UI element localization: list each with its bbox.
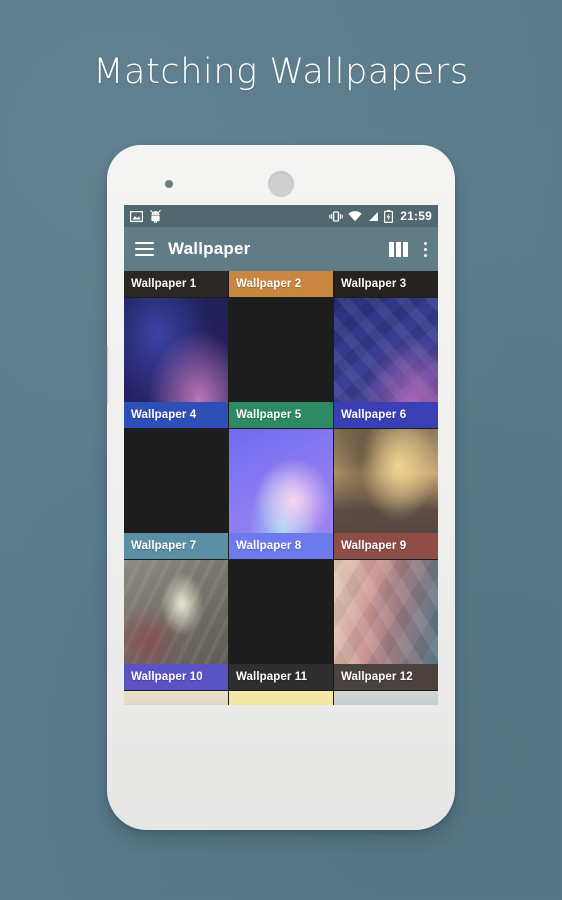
wallpaper-tile[interactable]: Wallpaper 2 [229,271,333,297]
wallpaper-tile[interactable]: Wallpaper 7 [124,429,228,559]
wallpaper-grid: Wallpaper 1 Wallpaper 2 Wallpaper 3 Wallpap… [124,271,438,705]
wallpaper-label: Wallpaper 1 [124,271,228,297]
wallpaper-thumbnail [229,691,333,705]
status-bar: 21:59 [124,205,438,227]
wallpaper-thumbnail [124,691,228,705]
wallpaper-label: Wallpaper 6 [334,402,438,428]
wallpaper-tile[interactable]: Wallpaper 8 [229,429,333,559]
wallpaper-label: Wallpaper 10 [124,664,228,690]
hamburger-menu-icon[interactable] [135,242,154,256]
wallpaper-label: Wallpaper 11 [229,664,333,690]
toolbar-title: Wallpaper [168,239,251,258]
earpiece-speaker-icon [268,171,294,197]
wifi-icon [348,210,362,221]
wallpaper-tile[interactable]: Wallpaper 3 [334,271,438,297]
app-toolbar: Wallpaper [124,227,438,271]
wallpaper-label: Wallpaper 3 [334,271,438,297]
vibrate-icon [329,210,344,222]
battery-charging-icon [384,209,394,223]
wallpaper-tile[interactable]: Wallpaper 10 [124,560,228,690]
wallpaper-tile[interactable]: Wallpaper 11 [229,560,333,690]
wallpaper-label: Wallpaper 2 [229,271,333,297]
wallpaper-thumbnail [334,691,438,705]
wallpaper-tile[interactable] [124,691,228,705]
overflow-menu-icon[interactable] [424,241,427,257]
wallpaper-tile[interactable] [229,691,333,705]
android-robot-icon [150,209,161,223]
wallpaper-tile[interactable]: Wallpaper 6 [334,298,438,428]
wallpaper-label: Wallpaper 4 [124,402,228,428]
image-icon [130,210,143,222]
wallpaper-tile[interactable] [334,691,438,705]
wallpaper-label: Wallpaper 9 [334,533,438,559]
phone-side-button [105,345,108,405]
wallpaper-label: Wallpaper 12 [334,664,438,690]
wallpaper-tile[interactable]: Wallpaper 12 [334,560,438,690]
wallpaper-tile[interactable]: Wallpaper 9 [334,429,438,559]
wallpaper-label: Wallpaper 8 [229,533,333,559]
wallpaper-tile[interactable]: Wallpaper 1 [124,271,228,297]
wallpaper-tile[interactable]: Wallpaper 4 [124,298,228,428]
page-title: Matching Wallpapers [93,52,469,92]
wallpaper-label: Wallpaper 7 [124,533,228,559]
phone-mockup: 21:59 Wallpaper Wallpaper 1 Wallpaper 2 Wa… [105,145,455,830]
proximity-sensor-icon [165,180,173,188]
status-bar-clock: 21:59 [400,209,432,223]
wallpaper-tile[interactable]: Wallpaper 5 [229,298,333,428]
cellular-signal-icon [369,211,379,221]
column-layout-icon[interactable] [389,241,408,257]
phone-screen: 21:59 Wallpaper Wallpaper 1 Wallpaper 2 Wa… [124,205,438,705]
wallpaper-label: Wallpaper 5 [229,402,333,428]
